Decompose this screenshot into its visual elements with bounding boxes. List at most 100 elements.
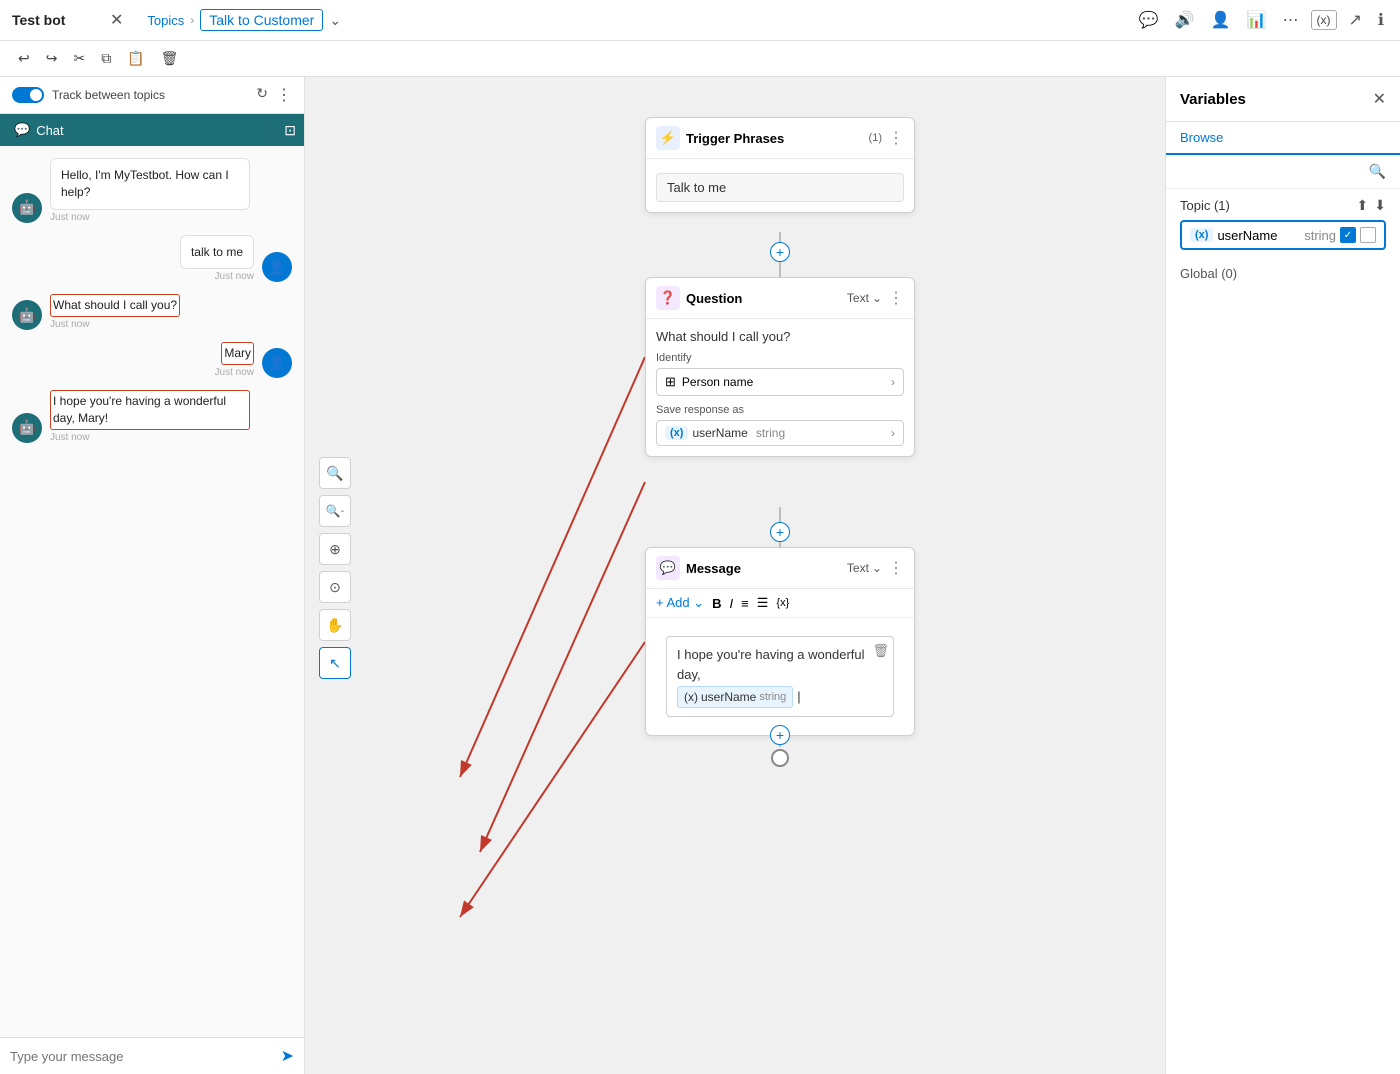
plus-btn-1[interactable]: + xyxy=(770,242,790,262)
bot-message-2: 🤖 What should I call you? Just now xyxy=(12,294,292,330)
export-icon[interactable]: ↗ xyxy=(1345,8,1366,32)
msg-col-1: Hello, I'm MyTestbot. How can I help? Ju… xyxy=(50,158,250,223)
message-text-line2: (x) userName string | xyxy=(677,686,883,708)
identify-row[interactable]: ⊞ Person name › xyxy=(656,368,904,396)
var-insert-icon[interactable]: {x} xyxy=(776,597,789,609)
bot-name: Test bot xyxy=(12,12,102,28)
sound-icon[interactable]: 🔊 xyxy=(1171,8,1199,32)
vp-tabs: Browse xyxy=(1166,122,1400,155)
trigger-phrase: Talk to me xyxy=(656,173,904,202)
list-icon[interactable]: ☰ xyxy=(757,595,769,611)
identify-label: Identify xyxy=(656,352,904,364)
hand-button[interactable]: ✋ xyxy=(319,609,351,641)
vp-global-title: Global (0) xyxy=(1180,266,1237,281)
var-icon[interactable]: (x) xyxy=(1311,10,1337,30)
bot-message-1: 🤖 Hello, I'm MyTestbot. How can I help? … xyxy=(12,158,292,223)
trigger-icon: ⚡ xyxy=(656,126,680,150)
zoom-in-button[interactable]: 🔍 xyxy=(319,457,351,489)
question-type-tag[interactable]: Text ⌄ xyxy=(847,291,882,305)
refresh-icon[interactable]: ↻ xyxy=(256,85,268,105)
more-icon[interactable]: ⋮ xyxy=(276,85,292,105)
chart-icon[interactable]: 📊 xyxy=(1243,8,1271,32)
message-var-inline[interactable]: (x) userName string xyxy=(677,686,793,708)
vp-global-section: Global (0) xyxy=(1166,258,1400,289)
more-icon[interactable]: ⋯ xyxy=(1279,8,1303,32)
chat-input[interactable] xyxy=(10,1049,273,1064)
fit-button[interactable]: ⊕ xyxy=(319,533,351,565)
msg-time-2: Just now xyxy=(50,319,180,330)
msg-time-1: Just now xyxy=(50,212,250,223)
paste-button[interactable]: 📋 xyxy=(121,46,150,71)
question-node: ❓ Question Text ⌄ ⋮ What should I call y… xyxy=(645,277,915,457)
message-type-label: Text xyxy=(847,561,869,575)
user-bubble-1: talk to me xyxy=(180,235,254,270)
message-node-header: 💬 Message Text ⌄ ⋮ xyxy=(646,548,914,589)
send-button[interactable]: ➤ xyxy=(281,1046,294,1066)
bold-icon[interactable]: B xyxy=(712,596,721,611)
upload-icon[interactable]: ⬆ xyxy=(1357,197,1369,214)
track-toggle[interactable] xyxy=(12,87,44,103)
align-icon[interactable]: ≡ xyxy=(741,596,749,611)
inline-var-badge: (x) xyxy=(684,688,698,706)
vp-checkbox[interactable] xyxy=(1360,227,1376,243)
undo-button[interactable]: ↩ xyxy=(12,46,36,71)
save-var-name: userName xyxy=(692,426,747,440)
vp-section-header: Topic (1) ⬆ ⬇ xyxy=(1180,197,1386,214)
download-icon[interactable]: ⬇ xyxy=(1374,197,1386,214)
question-node-menu-icon[interactable]: ⋮ xyxy=(888,288,904,308)
cut-button[interactable]: ✂ xyxy=(67,46,91,71)
vp-checkbox-checked[interactable]: ✓ xyxy=(1340,227,1356,243)
close-icon[interactable]: ✕ xyxy=(110,10,123,30)
plus-btn-3[interactable]: + xyxy=(770,725,790,745)
bot-message-3: 🤖 I hope you're having a wonderful day, … xyxy=(12,390,292,443)
delete-button[interactable]: 🗑 xyxy=(155,46,185,71)
target-button[interactable]: ⊙ xyxy=(319,571,351,603)
italic-icon[interactable]: I xyxy=(730,596,734,611)
tab-browse[interactable]: Browse xyxy=(1180,122,1223,155)
bot-avatar-3: 🤖 xyxy=(12,413,42,443)
message-delete-icon[interactable]: 🗑 xyxy=(872,641,889,661)
vp-close-button[interactable]: ✕ xyxy=(1373,89,1386,109)
plus-btn-2[interactable]: + xyxy=(770,522,790,542)
user-icon[interactable]: 👤 xyxy=(1207,8,1235,32)
save-var-type: string xyxy=(756,426,785,440)
expand-icon[interactable]: ⊡ xyxy=(284,122,296,139)
identify-row-label: Person name xyxy=(682,375,885,389)
message-content[interactable]: 🗑 I hope you're having a wonderful day, … xyxy=(666,636,894,717)
msg-col-user-1: talk to me Just now xyxy=(180,235,254,283)
message-node-toolbar: + Add ⌄ B I ≡ ☰ {x} xyxy=(646,589,914,618)
trigger-node-header: ⚡ Trigger Phrases (1) ⋮ xyxy=(646,118,914,159)
info-icon[interactable]: ℹ xyxy=(1374,8,1388,32)
add-button[interactable]: + Add ⌄ xyxy=(656,595,704,611)
user-bubble-2: Mary xyxy=(221,342,254,365)
pointer-button[interactable]: ↖ xyxy=(319,647,351,679)
identify-icon: ⊞ xyxy=(665,374,676,390)
message-type-tag[interactable]: Text ⌄ xyxy=(847,561,882,575)
redo-button[interactable]: ↪ xyxy=(40,46,64,71)
zoom-out-button[interactable]: 🔍- xyxy=(319,495,351,527)
message-node-menu-icon[interactable]: ⋮ xyxy=(888,558,904,578)
canvas-content: ⚡ Trigger Phrases (1) ⋮ Talk to me + ❓ xyxy=(305,77,1165,1074)
question-type-chevron-icon: ⌄ xyxy=(872,291,882,305)
message-icon: 💬 xyxy=(656,556,680,580)
chat-panel-header: Track between topics ↻ ⋮ xyxy=(0,77,304,114)
save-row[interactable]: (x) userName string › xyxy=(656,420,904,446)
bot-avatar-1: 🤖 xyxy=(12,193,42,223)
message-node-body: 🗑 I hope you're having a wonderful day, … xyxy=(646,618,914,735)
message-node-title: Message xyxy=(686,561,841,576)
question-node-title: Question xyxy=(686,291,841,306)
chat-icon[interactable]: 💬 xyxy=(1135,8,1163,32)
copy-button[interactable]: ⧉ xyxy=(95,46,117,71)
vp-topic-section: Topic (1) ⬆ ⬇ (x) userName string ✓ xyxy=(1166,189,1400,258)
trigger-node-menu-icon[interactable]: ⋮ xyxy=(888,128,904,148)
breadcrumb-current: Talk to Customer xyxy=(200,9,323,31)
vp-search-icon[interactable]: 🔍 xyxy=(1369,163,1386,180)
chat-panel: Track between topics ↻ ⋮ 💬 Chat ⊡ 🤖 xyxy=(0,77,305,1074)
chat-tab-label: Chat xyxy=(36,123,63,138)
breadcrumb-separator: › xyxy=(190,13,194,27)
breadcrumb-topics[interactable]: Topics xyxy=(147,13,184,28)
breadcrumb-chevron-icon[interactable]: ⌄ xyxy=(329,12,341,29)
chat-tab-bar: 💬 Chat ⊡ xyxy=(0,114,304,146)
trigger-node-title: Trigger Phrases xyxy=(686,131,863,146)
chat-tab[interactable]: 💬 Chat xyxy=(0,114,78,146)
